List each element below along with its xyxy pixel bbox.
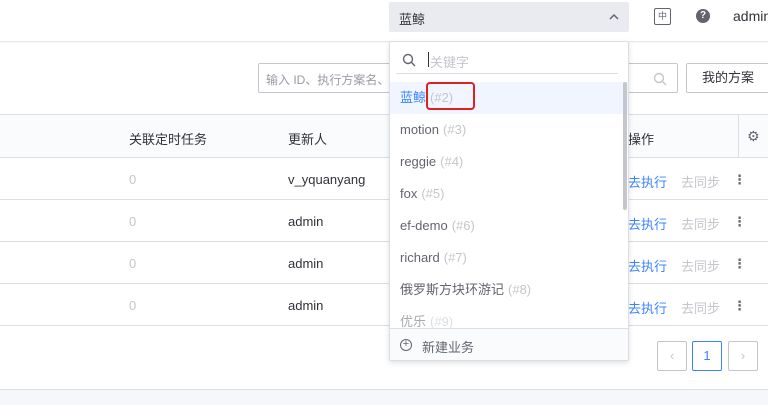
business-option-name: reggie (400, 154, 437, 169)
dropdown-scrollbar[interactable] (623, 82, 627, 210)
search-placeholder: 输入 ID、执行方案名、 (266, 73, 390, 87)
business-option[interactable]: 优乐 (#9) (390, 306, 628, 328)
top-navigation-bar: 蓝鲸 中 ? admin (0, 0, 768, 42)
business-option-name: fox (400, 186, 418, 201)
more-icon[interactable]: ⋮ (733, 298, 746, 314)
execute-link[interactable]: 去执行 (628, 172, 667, 191)
chevron-up-icon (609, 13, 619, 20)
cron-count: 0 (129, 214, 137, 229)
plan-list-panel: 输入 ID、执行方案名、 我的方案 关联定时任务 更新人 操作 ⚙ 0 v_yq… (0, 43, 768, 389)
pagination-next-button[interactable]: › (728, 341, 758, 371)
plus-circle-icon: + (400, 339, 412, 351)
table-header: 关联定时任务 更新人 操作 ⚙ (0, 114, 768, 158)
execute-link[interactable]: 去执行 (628, 298, 667, 317)
updater: admin (288, 298, 324, 313)
business-option-id: (#4) (440, 154, 464, 169)
text-caret (428, 52, 429, 67)
business-option-id: (#5) (421, 186, 445, 201)
business-option-id: (#7) (443, 250, 467, 265)
create-business-button[interactable]: + 新建业务 (390, 328, 628, 360)
search-icon (402, 53, 416, 67)
business-option-name: 优乐 (400, 314, 427, 328)
business-option-id: (#8) (508, 282, 532, 297)
business-option[interactable]: fox (#5) (390, 178, 628, 210)
business-selector-value: 蓝鲸 (399, 12, 426, 27)
sync-link[interactable]: 去同步 (681, 214, 720, 233)
page-footer (0, 389, 768, 405)
business-option-id: (#6) (451, 218, 475, 233)
business-option-name: richard (400, 250, 440, 265)
cron-count: 0 (129, 298, 137, 313)
my-plan-button[interactable]: 我的方案 (686, 63, 768, 93)
dropdown-search-placeholder: 关键字 (430, 55, 470, 70)
table-row: 0 admin 去执行 去同步 ⋮ (0, 200, 768, 242)
business-option-id: (#9) (430, 314, 454, 328)
cron-count: 0 (129, 172, 137, 187)
business-option[interactable]: richard (#7) (390, 242, 628, 274)
updater: v_yquanyang (288, 172, 366, 187)
execute-link[interactable]: 去执行 (628, 256, 667, 275)
create-business-label: 新建业务 (422, 340, 475, 355)
updater: admin (288, 256, 324, 271)
business-option-name: ef-demo (400, 218, 448, 233)
table-row: 0 admin 去执行 去同步 ⋮ (0, 242, 768, 284)
more-icon[interactable]: ⋮ (733, 214, 746, 230)
business-option[interactable]: reggie (#4) (390, 146, 628, 178)
business-option[interactable]: ef-demo (#6) (390, 210, 628, 242)
table-row: 0 admin 去执行 去同步 ⋮ (0, 284, 768, 326)
business-dropdown: 关键字 蓝鲸 (#2) motion (#3) reggie (#4) fox (#5)… (389, 41, 629, 361)
user-menu[interactable]: admin (733, 8, 768, 24)
business-option-name: 俄罗斯方块环游记 (400, 282, 505, 297)
business-option-id: (#3) (443, 122, 467, 137)
business-option[interactable]: 俄罗斯方块环游记 (#8) (390, 274, 628, 306)
column-header-actions: 操作 (628, 132, 655, 147)
business-option-name: motion (400, 122, 440, 137)
help-icon[interactable]: ? (696, 9, 710, 23)
sync-link[interactable]: 去同步 (681, 298, 720, 317)
table-settings-button[interactable]: ⚙ (738, 115, 768, 157)
table-row: 0 v_yquanyang 去执行 去同步 ⋮ (0, 158, 768, 200)
updater: admin (288, 214, 324, 229)
dropdown-search-input[interactable]: 关键字 (396, 46, 618, 74)
pagination-prev-button[interactable]: ‹ (657, 341, 687, 371)
more-icon[interactable]: ⋮ (733, 172, 746, 188)
column-header-updater[interactable]: 更新人 (288, 129, 327, 148)
language-icon[interactable]: 中 (654, 8, 671, 25)
business-option-list: 蓝鲸 (#2) motion (#3) reggie (#4) fox (#5) ef-… (390, 82, 628, 328)
highlight-annotation (426, 82, 475, 110)
gear-icon: ⚙ (747, 128, 760, 144)
sync-link[interactable]: 去同步 (681, 172, 720, 191)
sync-link[interactable]: 去同步 (681, 256, 720, 275)
business-selector[interactable]: 蓝鲸 (389, 2, 629, 32)
more-icon[interactable]: ⋮ (733, 256, 746, 272)
execute-link[interactable]: 去执行 (628, 214, 667, 233)
pagination-page-button[interactable]: 1 (692, 341, 722, 371)
business-option-name: 蓝鲸 (400, 90, 427, 105)
cron-count: 0 (129, 256, 137, 271)
search-icon (653, 72, 667, 86)
business-option[interactable]: motion (#3) (390, 114, 628, 146)
column-header-cron-tasks[interactable]: 关联定时任务 (129, 129, 207, 148)
